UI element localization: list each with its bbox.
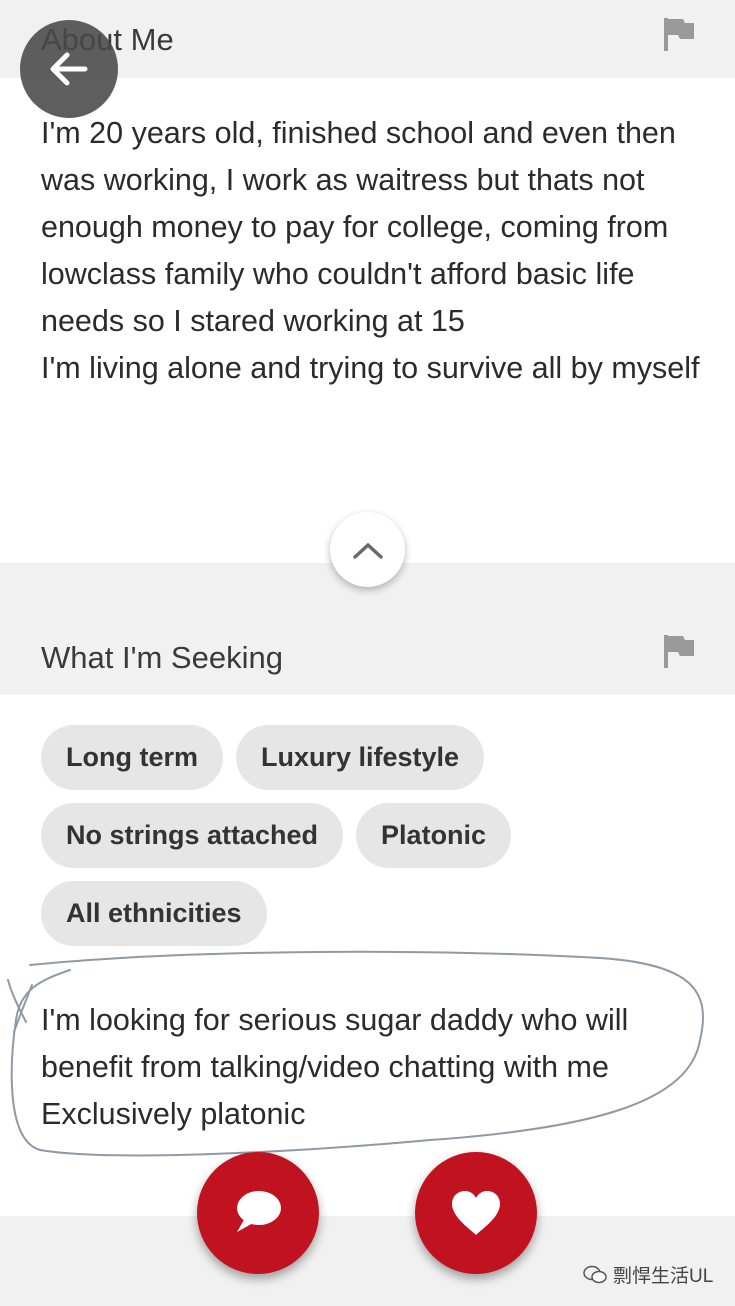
- arrow-left-icon: [50, 52, 88, 86]
- watermark-text: 剽悍生活UL: [613, 1266, 714, 1287]
- heart-icon: [452, 1191, 500, 1235]
- tag-row: Long term Luxury lifestyle: [41, 725, 701, 790]
- tag-chip: All ethnicities: [41, 881, 267, 946]
- seeking-note-line: Exclusively platonic: [41, 1097, 306, 1131]
- about-text: I'm 20 years old, finished school and ev…: [41, 110, 701, 392]
- favorite-button[interactable]: [415, 1152, 537, 1274]
- tag-row: All ethnicities: [41, 881, 701, 946]
- message-button[interactable]: [197, 1152, 319, 1274]
- collapse-button[interactable]: [330, 512, 405, 587]
- seeking-note: I'm looking for serious sugar daddy who …: [41, 997, 701, 1138]
- watermark: 剽悍生活UL: [583, 1261, 713, 1288]
- seeking-note-line: benefit from talking/video chatting with…: [41, 1050, 609, 1084]
- about-paragraph: I'm living alone and trying to survive a…: [41, 351, 700, 385]
- seeking-tags: Long term Luxury lifestyle No strings at…: [41, 725, 701, 959]
- back-button[interactable]: [20, 20, 118, 118]
- tag-chip: Luxury lifestyle: [236, 725, 485, 790]
- chat-bubble-icon: [237, 1191, 281, 1232]
- tag-chip: No strings attached: [41, 803, 344, 868]
- tag-chip: Long term: [41, 725, 223, 790]
- wechat-icon: [583, 1265, 607, 1283]
- tag-row: No strings attached Platonic: [41, 803, 701, 868]
- chevron-up-icon: [352, 542, 383, 559]
- seeking-title: What I'm Seeking: [41, 640, 283, 675]
- seeking-note-line: I'm looking for serious sugar daddy who …: [41, 1003, 629, 1037]
- tag-chip: Platonic: [356, 803, 512, 868]
- flag-icon[interactable]: [663, 17, 695, 51]
- flag-icon[interactable]: [663, 634, 695, 668]
- about-paragraph: I'm 20 years old, finished school and ev…: [41, 116, 676, 338]
